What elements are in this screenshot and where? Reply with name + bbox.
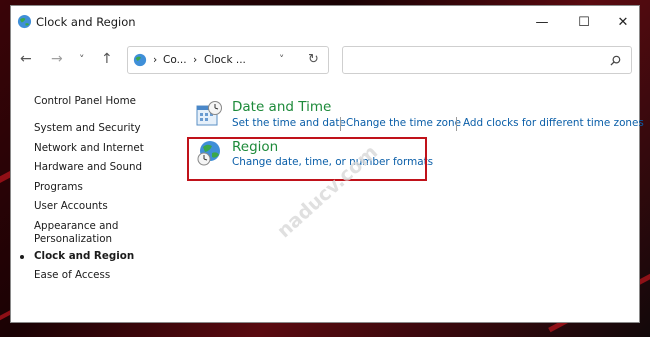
sidebar-item-system-security[interactable]: System and Security <box>34 122 141 135</box>
sidebar-control-panel-home[interactable]: Control Panel Home <box>34 95 136 108</box>
recent-locations-button[interactable]: ˅ <box>79 53 85 66</box>
sidebar-item-programs[interactable]: Programs <box>34 181 83 194</box>
control-panel-icon <box>133 53 147 67</box>
link-set-time-date[interactable]: Set the time and date <box>232 117 346 129</box>
breadcrumb-control-panel[interactable]: Co... <box>163 54 187 66</box>
sidebar-item-hardware-sound[interactable]: Hardware and Sound <box>34 161 142 174</box>
window-title: Clock and Region <box>36 15 136 29</box>
sidebar-item-network-internet[interactable]: Network and Internet <box>34 142 144 155</box>
link-separator <box>340 117 341 131</box>
breadcrumb-clock-region[interactable]: Clock ... <box>204 54 246 66</box>
sidebar-item-user-accounts[interactable]: User Accounts <box>34 200 108 213</box>
minimize-button[interactable]: — <box>527 10 557 36</box>
link-add-clocks[interactable]: Add clocks for different time zones <box>463 117 644 129</box>
breadcrumb-separator: › <box>193 54 198 66</box>
address-bar[interactable]: › Co... › Clock ... ˅ ↻ <box>127 46 329 74</box>
sidebar-item-appearance[interactable]: Appearance and <box>34 220 118 233</box>
search-box[interactable] <box>342 46 632 74</box>
navigation-bar: ← → ˅ ↑ › Co... › Clock ... ˅ ↻ <box>11 42 639 78</box>
highlight-box <box>187 137 427 181</box>
close-button[interactable]: ✕ <box>608 10 638 36</box>
back-button[interactable]: ← <box>20 51 32 67</box>
forward-button[interactable]: → <box>51 51 63 67</box>
maximize-button[interactable]: ☐ <box>569 10 599 36</box>
up-button[interactable]: ↑ <box>101 51 113 67</box>
sidebar-item-ease-of-access[interactable]: Ease of Access <box>34 269 110 282</box>
control-panel-window: Clock and Region — ☐ ✕ ← → ˅ ↑ › Co... ›… <box>10 5 644 323</box>
refresh-button[interactable]: ↻ <box>308 52 319 67</box>
title-bar: Clock and Region — ☐ ✕ <box>11 6 639 40</box>
sidebar-item-personalization[interactable]: Personalization <box>34 233 112 246</box>
address-dropdown-button[interactable]: ˅ <box>279 54 284 66</box>
active-item-bullet <box>20 255 24 259</box>
calendar-clock-icon[interactable] <box>195 100 223 128</box>
search-icon <box>610 55 621 66</box>
link-separator <box>456 117 457 131</box>
category-title-date-time[interactable]: Date and Time <box>232 99 331 115</box>
sidebar-item-clock-region[interactable]: Clock and Region <box>34 250 134 263</box>
breadcrumb-separator: › <box>153 54 158 66</box>
link-change-time-zone[interactable]: Change the time zone <box>346 117 461 129</box>
globe-icon <box>17 14 32 29</box>
